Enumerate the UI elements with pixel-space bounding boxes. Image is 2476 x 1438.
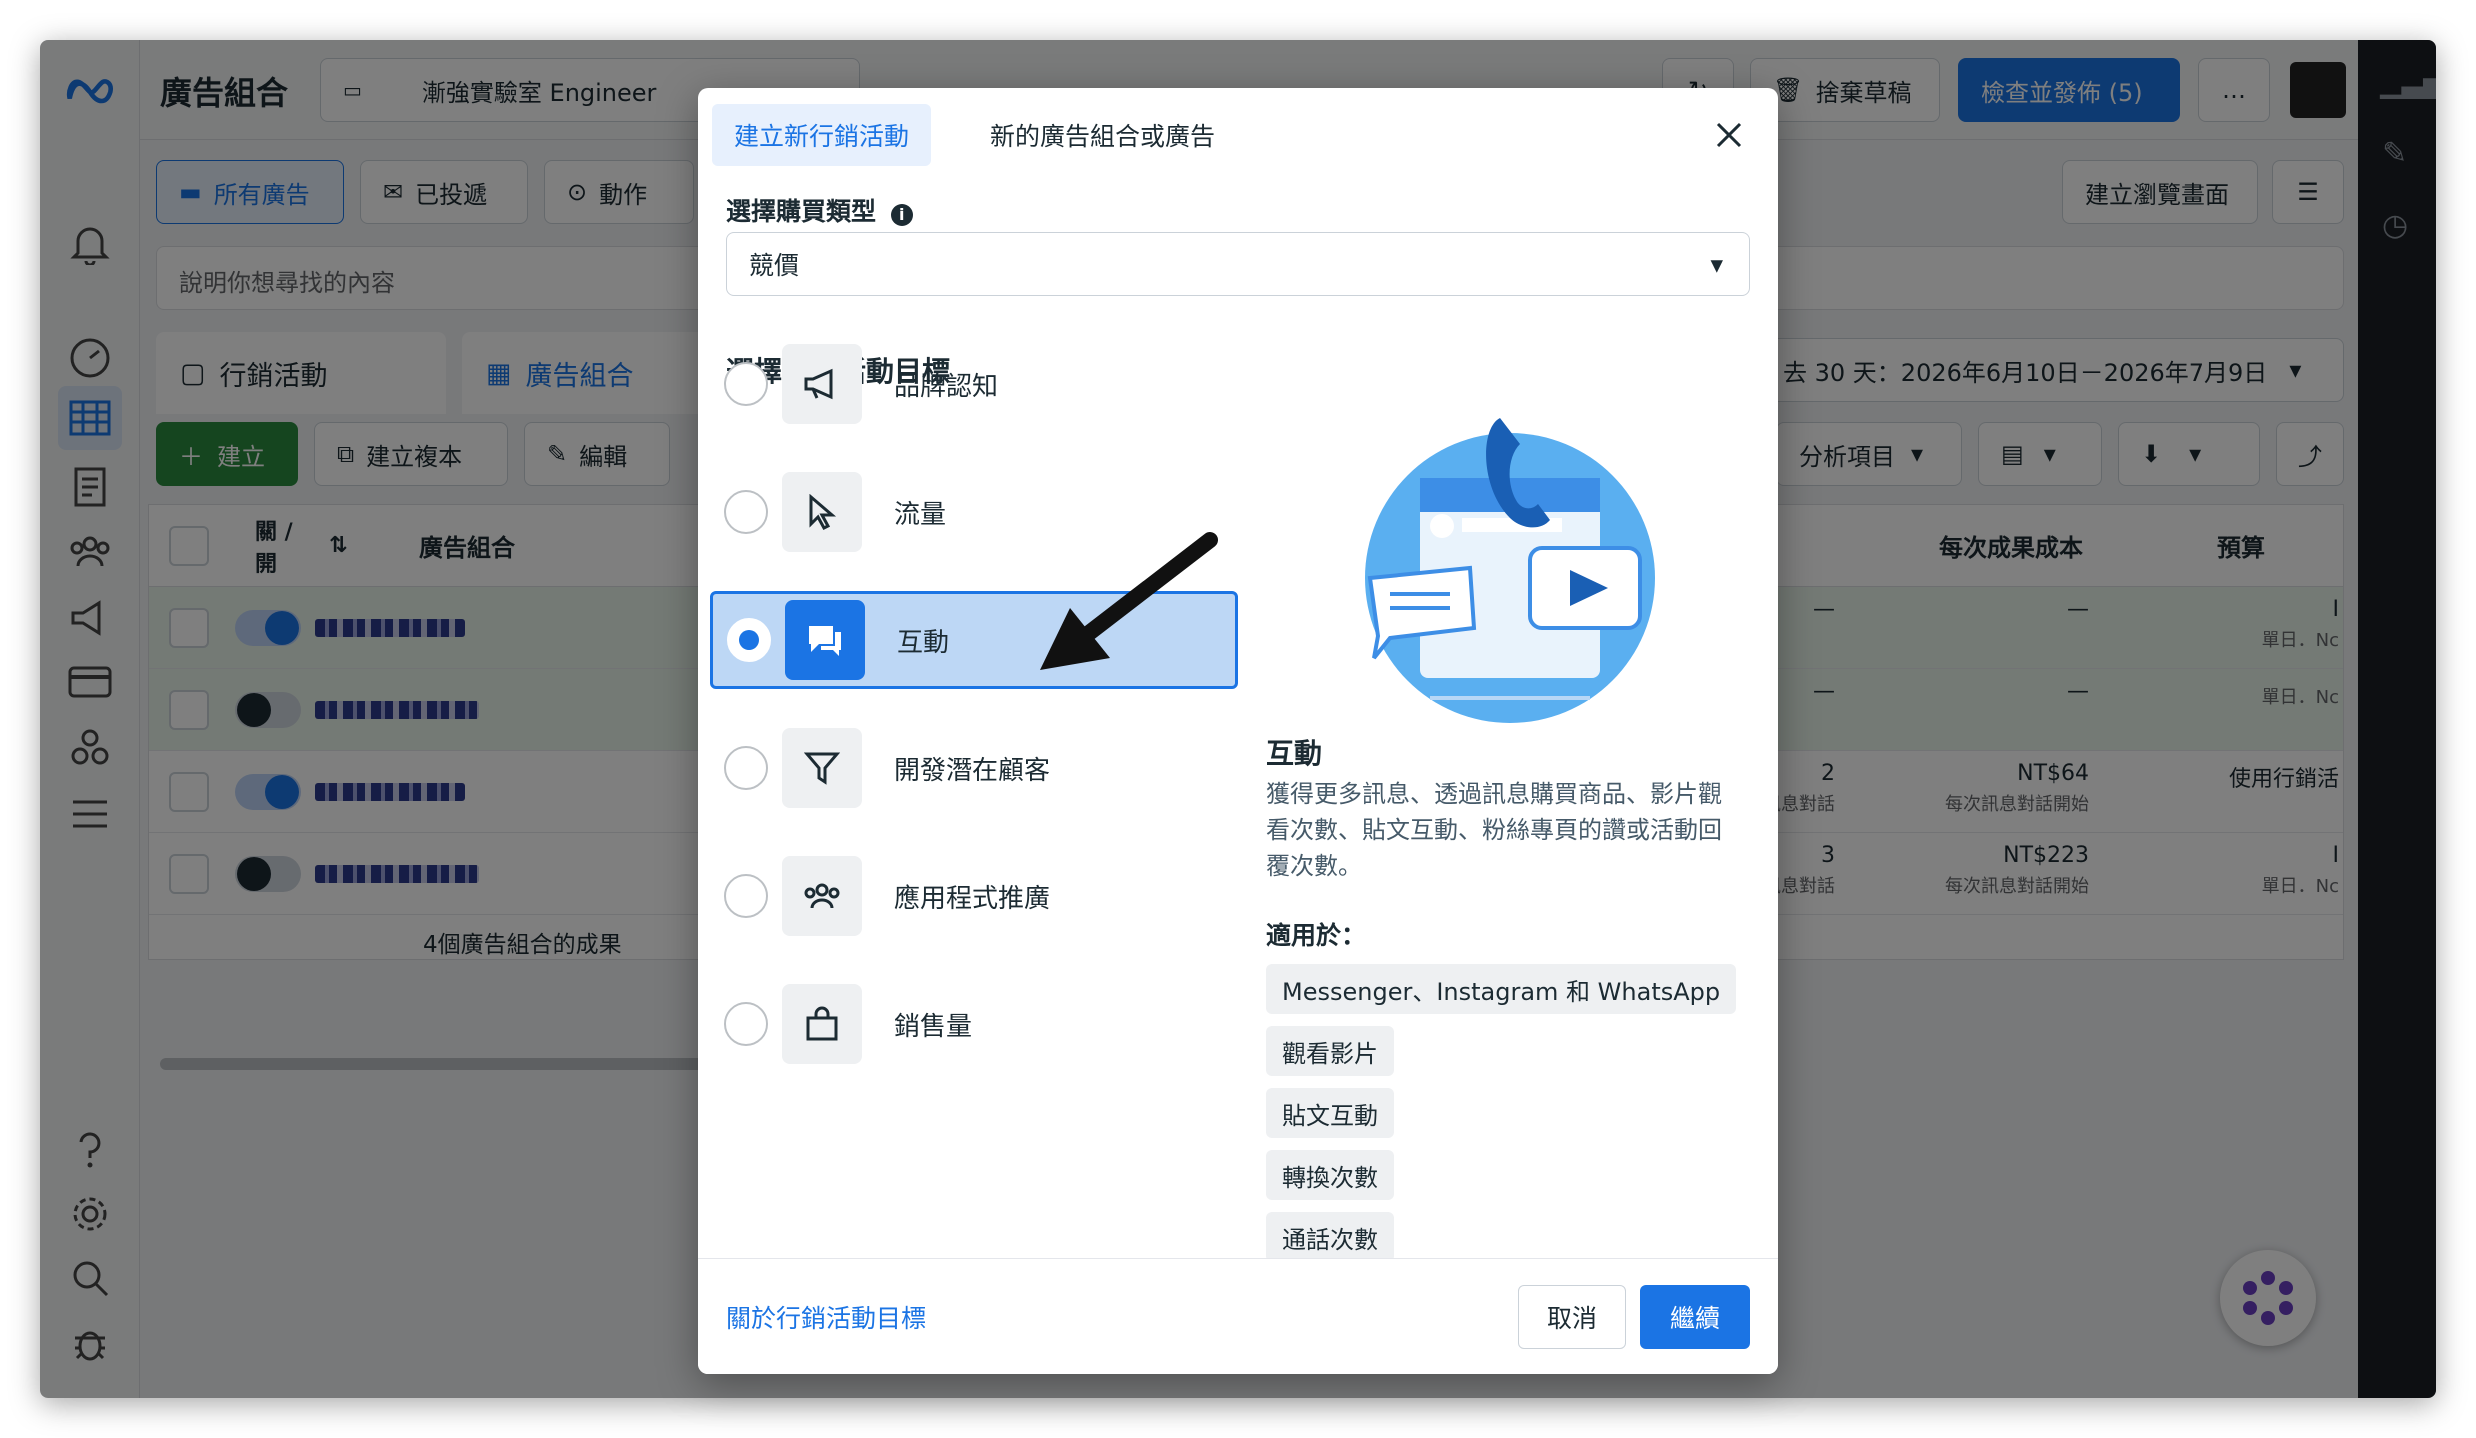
annotation-arrow-icon [1040, 532, 1218, 670]
objective-label-text: 應用程式推廣 [894, 883, 1051, 914]
engagement-illustration [1350, 408, 1670, 728]
buy-type-label: 選擇購買類型 i [726, 192, 913, 228]
objective-label-text: 流量 [894, 499, 947, 530]
applies-chip: 貼文互動 [1266, 1088, 1394, 1138]
buy-type-select[interactable]: 競價 ▾ [726, 232, 1750, 296]
objective-radio[interactable] [724, 746, 768, 790]
objective-radio[interactable] [724, 874, 768, 918]
detail-description: 獲得更多訊息、透過訊息購買商品、影片觀看次數、貼文互動、粉絲專頁的讚或活動回覆次… [1266, 780, 1722, 880]
megaphone-icon [782, 344, 862, 424]
objective-radio[interactable] [724, 490, 768, 534]
create-campaign-dialog: 建立新行銷活動 新的廣告組合或廣告 選擇購買類型 i 競價 ▾ 選擇行銷活動目標… [698, 88, 1778, 1374]
funnel-icon [782, 728, 862, 808]
close-icon[interactable] [1712, 118, 1746, 152]
applies-label: 適用於： [1266, 921, 1367, 950]
objective-option[interactable]: 應用程式推廣 [710, 847, 1238, 945]
people-icon [782, 856, 862, 936]
objective-option[interactable]: 品牌認知 [710, 335, 1238, 433]
buy-type-value: 競價 [749, 251, 800, 280]
objective-label-text: 開發潛在顧客 [894, 755, 1051, 786]
shopping-bag-icon [782, 984, 862, 1064]
objective-label-text: 銷售量 [894, 1011, 973, 1042]
objective-label-text: 品牌認知 [894, 371, 999, 402]
objective-radio[interactable] [724, 362, 768, 406]
continue-button[interactable]: 繼續 [1640, 1285, 1750, 1349]
chat-bubbles-icon [785, 600, 865, 680]
objective-option[interactable]: 銷售量 [710, 975, 1238, 1073]
cursor-icon [782, 472, 862, 552]
tab-new-campaign[interactable]: 建立新行銷活動 [712, 104, 932, 166]
caret-down-icon: ▾ [1710, 249, 1723, 279]
detail-title: 互動 [1266, 737, 1323, 770]
cancel-button[interactable]: 取消 [1518, 1285, 1626, 1349]
info-icon[interactable]: i [890, 204, 913, 226]
dialog-footer: 關於行銷活動目標 取消 繼續 [698, 1258, 1778, 1374]
applies-chip: 通話次數 [1266, 1212, 1394, 1262]
applies-chip: Messenger、Instagram 和 WhatsApp [1266, 964, 1737, 1014]
tab-new-adset[interactable]: 新的廣告組合或廣告 [968, 104, 1237, 166]
objective-radio[interactable] [727, 618, 771, 662]
buy-type-label-text: 選擇購買類型 [726, 197, 877, 226]
applies-chip: 轉換次數 [1266, 1150, 1394, 1200]
objective-option[interactable]: 開發潛在顧客 [710, 719, 1238, 817]
objective-radio[interactable] [724, 1002, 768, 1046]
objective-label-text: 互動 [897, 627, 950, 658]
applies-chip: 觀看影片 [1266, 1026, 1394, 1076]
learn-objectives-link[interactable]: 關於行銷活動目標 [726, 1299, 926, 1335]
